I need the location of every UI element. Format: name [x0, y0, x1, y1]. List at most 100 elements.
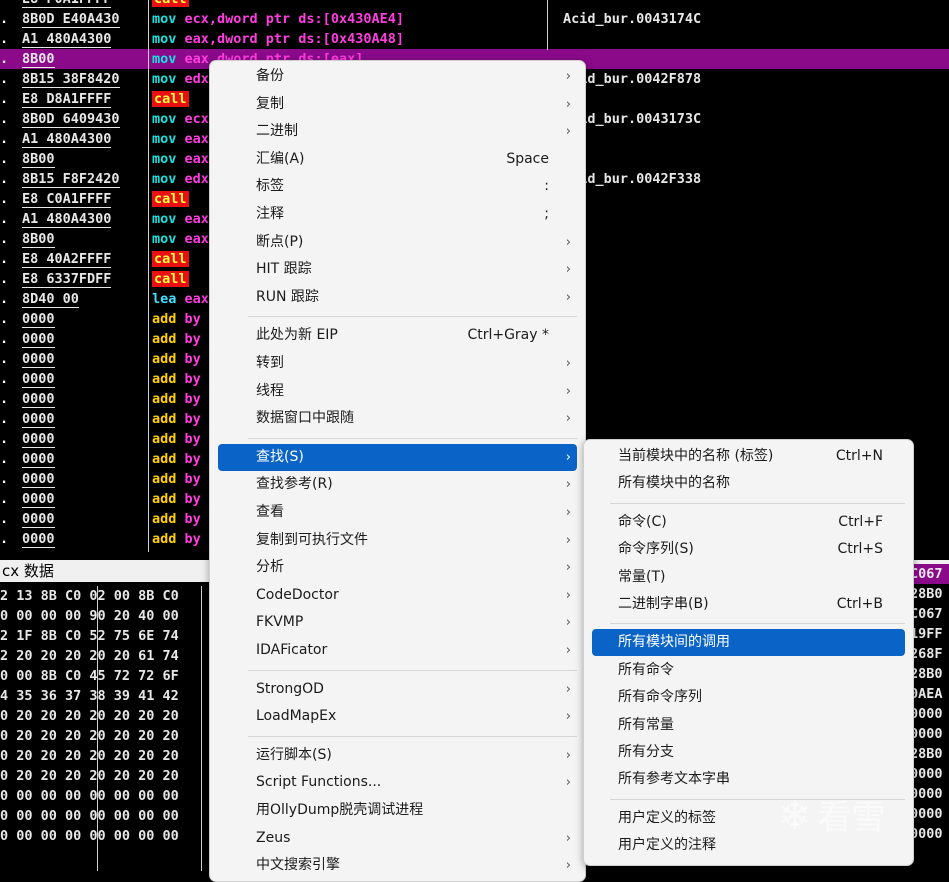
menu-item[interactable]: Script Functions... ›: [218, 769, 577, 796]
data-dump-row[interactable]: 0 20 20 20 20 20 20 20: [0, 746, 208, 766]
data-dump-row[interactable]: 2 13 8B C0 02 00 8B C0: [0, 586, 208, 606]
menu-item[interactable]: 所有常量: [592, 712, 905, 739]
row-hex-bytes: 0000: [22, 449, 146, 469]
row-hex-bytes: 8D40 00: [22, 289, 146, 309]
hex-bytes-text: 8B00: [22, 231, 55, 248]
stack-row[interactable]: 0000: [910, 724, 949, 744]
menu-item-label: 标签: [256, 178, 284, 195]
instruction-token: call: [152, 0, 189, 7]
chevron-right-icon: ›: [565, 262, 571, 278]
menu-item[interactable]: 断点(P) ›: [218, 229, 577, 256]
menu-item[interactable]: 数据窗口中跟随 ›: [218, 405, 577, 432]
data-dump-row[interactable]: 2 1F 8B C0 52 75 6E 74: [0, 626, 208, 646]
menu-item[interactable]: CodeDoctor ›: [218, 582, 577, 609]
menu-item[interactable]: 转到 ›: [218, 350, 577, 377]
stack-row[interactable]: C067: [910, 604, 949, 624]
menu-separator: [248, 316, 577, 318]
data-dump-row[interactable]: 0 00 00 00 00 00 00 00: [0, 806, 208, 826]
menu-item[interactable]: HIT 跟踪 ›: [218, 256, 577, 283]
data-dump-row[interactable]: 0 00 00 00 00 00 00 00: [0, 786, 208, 806]
instruction-token: mov: [152, 31, 185, 47]
stack-row[interactable]: 0000: [910, 704, 949, 724]
stack-row[interactable]: 19FF: [910, 624, 949, 644]
instruction-token: mov: [152, 131, 185, 147]
stack-row[interactable]: 0000: [910, 784, 949, 804]
menu-item[interactable]: Zeus ›: [218, 825, 577, 852]
hex-bytes-text: E8 6337FDFF: [22, 271, 112, 288]
disasm-row[interactable]: . 8B0D E40A430 mov ecx,dword ptr ds:[0x430…: [0, 9, 949, 29]
menu-item[interactable]: StrongOD ›: [218, 676, 577, 703]
menu-separator: [248, 437, 577, 439]
menu-item[interactable]: 分析 ›: [218, 554, 577, 581]
menu-item-shortcut: Space: [506, 150, 549, 167]
menu-item[interactable]: 用OllyDump脱壳调试进程: [218, 797, 577, 824]
stack-row[interactable]: 268F: [910, 644, 949, 664]
menu-item[interactable]: 所有模块间的调用: [592, 629, 905, 657]
menu-item[interactable]: 查找参考(R) ›: [218, 471, 577, 498]
stack-row[interactable]: 0000: [910, 804, 949, 824]
stack-row[interactable]: 0000: [910, 824, 949, 844]
menu-item[interactable]: 命令(C) Ctrl+F: [592, 509, 905, 536]
row-address: .: [0, 51, 9, 67]
hex-bytes-text: A1 480A4300: [22, 31, 112, 48]
row-address: .: [0, 131, 9, 147]
menu-item[interactable]: 所有命令序列: [592, 684, 905, 711]
chevron-right-icon: ›: [565, 643, 571, 658]
data-dump-row[interactable]: 0 00 00 00 00 00 00 00: [0, 826, 208, 846]
row-address: .: [0, 231, 9, 247]
menu-item[interactable]: 二进制字串(B) Ctrl+B: [592, 591, 905, 618]
hex-bytes-text: 8B15 F8F2420: [22, 171, 120, 188]
menu-item[interactable]: 备份 ›: [218, 63, 577, 90]
menu-item[interactable]: 运行脚本(S) ›: [218, 742, 577, 769]
menu-item[interactable]: 汇编(A) Space: [218, 146, 577, 173]
hex-bytes-text: 0000: [22, 371, 55, 388]
menu-item[interactable]: 二进制 ›: [218, 118, 577, 145]
stack-row[interactable]: 0AEA: [910, 684, 949, 704]
menu-item[interactable]: 注释;: [218, 201, 577, 228]
menu-item[interactable]: 查找(S) ›: [218, 443, 577, 471]
menu-separator: [248, 735, 577, 737]
menu-item[interactable]: 常量(T): [592, 564, 905, 591]
stack-row[interactable]: 28B0: [910, 584, 949, 604]
menu-item[interactable]: 此处为新 EIP Ctrl+Gray *: [218, 322, 577, 349]
stack-row[interactable]: 28B0: [910, 664, 949, 684]
stack-row[interactable]: C067: [910, 564, 949, 584]
menu-item[interactable]: 线程 ›: [218, 378, 577, 405]
hex-bytes-text: A1 480A4300: [22, 211, 112, 228]
chevron-right-icon: ›: [565, 587, 571, 603]
menu-item[interactable]: FKVMP ›: [218, 609, 577, 636]
data-dump-row[interactable]: 4 35 36 37 38 39 41 42: [0, 686, 208, 706]
stack-row[interactable]: 28B0: [910, 744, 949, 764]
hex-bytes-text: 0000: [22, 311, 55, 328]
menu-item[interactable]: LoadMapEx ›: [218, 703, 577, 730]
menu-item-label: 二进制字串(B): [618, 596, 709, 612]
row-address: .: [0, 71, 9, 87]
menu-item[interactable]: 所有分支: [592, 739, 905, 766]
row-hex-bytes: E8 F0A1FFFF: [22, 0, 146, 9]
menu-item[interactable]: 复制到可执行文件 ›: [218, 527, 577, 554]
stack-row[interactable]: 0000: [910, 764, 949, 784]
menu-item[interactable]: 查看 ›: [218, 499, 577, 526]
menu-item[interactable]: 所有模块中的名称: [592, 470, 905, 497]
disasm-row[interactable]: . A1 480A4300 mov eax,dword ptr ds:[0x430A…: [0, 29, 949, 49]
data-dump-row[interactable]: 0 00 8B C0 45 72 72 6F: [0, 666, 208, 686]
menu-item[interactable]: RUN 跟踪 ›: [218, 284, 577, 311]
chevron-right-icon: ›: [565, 775, 571, 791]
menu-item[interactable]: 复制 ›: [218, 91, 577, 118]
data-dump-row[interactable]: 0 20 20 20 20 20 20 20: [0, 766, 208, 786]
chevron-right-icon: ›: [565, 124, 571, 140]
row-address: .: [0, 471, 9, 487]
menu-item[interactable]: 命令序列(S) Ctrl+S: [592, 536, 905, 563]
menu-item-label: CodeDoctor: [256, 586, 339, 603]
menu-item[interactable]: 所有命令: [592, 657, 905, 684]
watermark: ❄ 看雪: [778, 790, 886, 839]
data-dump-row[interactable]: 2 20 20 20 20 20 61 74: [0, 646, 208, 666]
disasm-row[interactable]: E8 F0A1FFFF call Acid_bur.00429F00: [0, 0, 949, 9]
data-dump-row[interactable]: 0 20 20 20 20 20 20 20: [0, 726, 208, 746]
menu-item[interactable]: IDAFicator ›: [218, 637, 577, 664]
menu-item[interactable]: 中文搜索引擎 ›: [218, 852, 577, 879]
data-dump-row[interactable]: 0 20 20 20 20 20 20 20: [0, 706, 208, 726]
menu-item[interactable]: 当前模块中的名称 (标签) Ctrl+N: [592, 443, 905, 470]
data-dump-row[interactable]: 0 00 00 00 90 20 40 00: [0, 606, 208, 626]
menu-item[interactable]: 标签:: [218, 173, 577, 200]
